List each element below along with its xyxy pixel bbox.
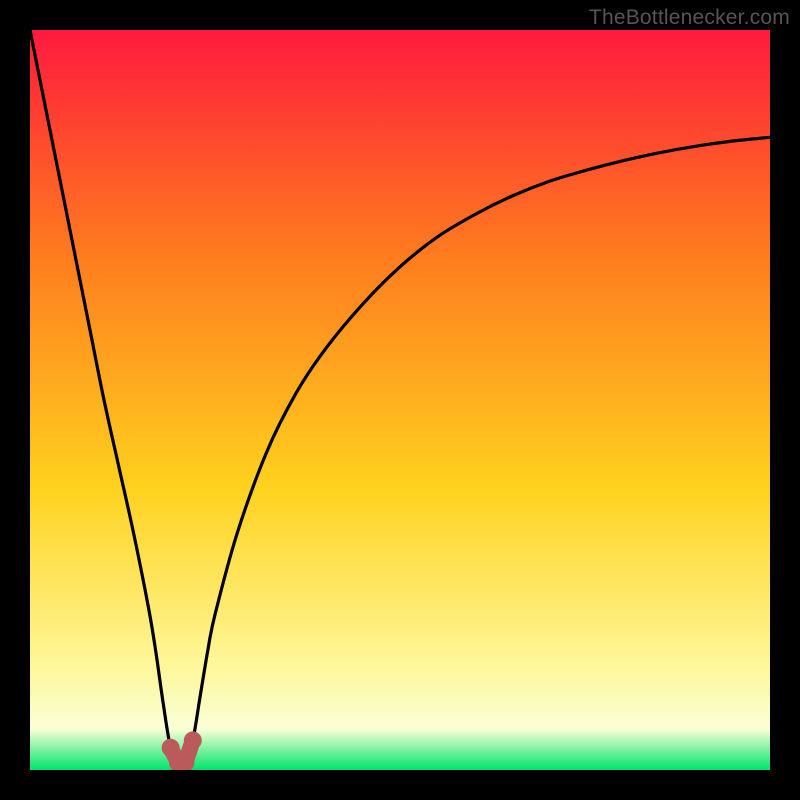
chart-svg [30, 30, 770, 770]
chart-frame [30, 30, 770, 770]
watermark-text: TheBottlenecker.com [589, 6, 790, 30]
gradient-background [30, 30, 770, 770]
selection-marker [184, 731, 202, 749]
